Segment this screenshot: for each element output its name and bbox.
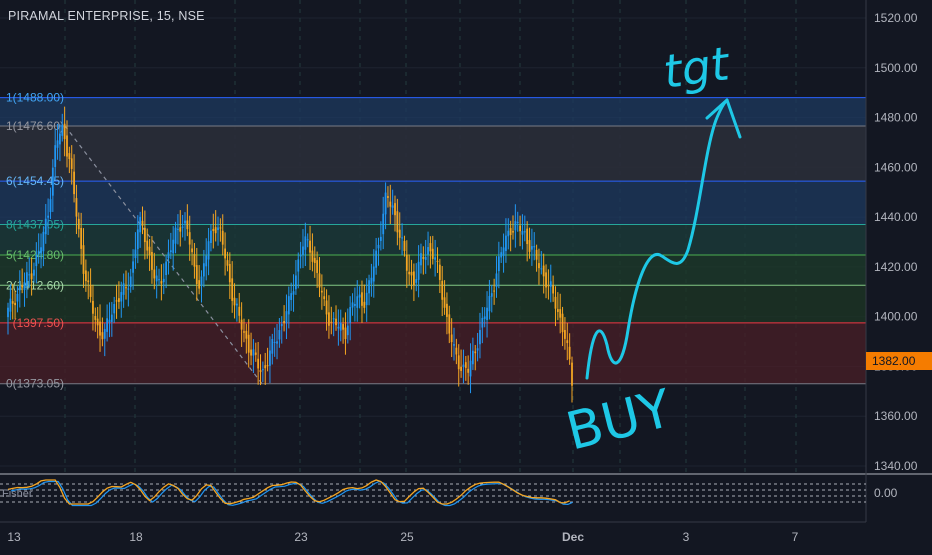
time-tick-label: 3 xyxy=(683,530,690,544)
fib-zone xyxy=(0,126,866,182)
chart-area[interactable]: 1(1488.00) 1(1476.60) 6(1454.45) 8(1437.05)… xyxy=(0,0,932,550)
target-annotation[interactable]: tgt xyxy=(660,36,734,99)
fib-level-label: 1(1488.00) xyxy=(6,91,64,105)
symbol-title[interactable]: PIRAMAL ENTERPRISE, 15, NSE xyxy=(8,9,205,23)
price-tick-label: 1480.00 xyxy=(874,111,918,125)
fib-level-label: 2(1412.60) xyxy=(6,278,64,292)
oscillator-tick: 0.00 xyxy=(874,486,898,500)
fib-level-label: 8(1437.05) xyxy=(6,217,64,231)
price-tick-label: 1400.00 xyxy=(874,310,918,324)
time-tick-label: 13 xyxy=(7,530,21,544)
price-tick-label: 1460.00 xyxy=(874,160,918,174)
price-tick-label: 1360.00 xyxy=(874,409,918,423)
price-tick-label: 1500.00 xyxy=(874,61,918,75)
price-tick-label: 1340.00 xyxy=(874,459,918,473)
current-price-badge: 1382.00 xyxy=(866,352,932,371)
price-tick-label: 1520.00 xyxy=(874,11,918,25)
time-tick-label: 25 xyxy=(400,530,414,544)
fib-zone xyxy=(0,322,866,384)
time-tick-label: 18 xyxy=(129,530,143,544)
time-tick-label: Dec xyxy=(562,530,584,544)
price-chart[interactable]: 1(1488.00)1(1476.60)6(1454.45)8(1437.05)… xyxy=(0,0,932,550)
time-tick-label: 23 xyxy=(294,530,308,544)
fib-level-label: (1397.50) xyxy=(13,316,64,330)
fib-level-label: 5(1424.80) xyxy=(6,248,64,262)
price-tick-label: 1440.00 xyxy=(874,210,918,224)
fib-zone xyxy=(0,285,866,323)
fib-level-label: 0(1373.05) xyxy=(6,377,64,391)
fib-zone xyxy=(0,181,866,225)
time-tick-label: 7 xyxy=(792,530,799,544)
price-tick-label: 1420.00 xyxy=(874,260,918,274)
oscillator-label: Fisher xyxy=(2,488,33,500)
